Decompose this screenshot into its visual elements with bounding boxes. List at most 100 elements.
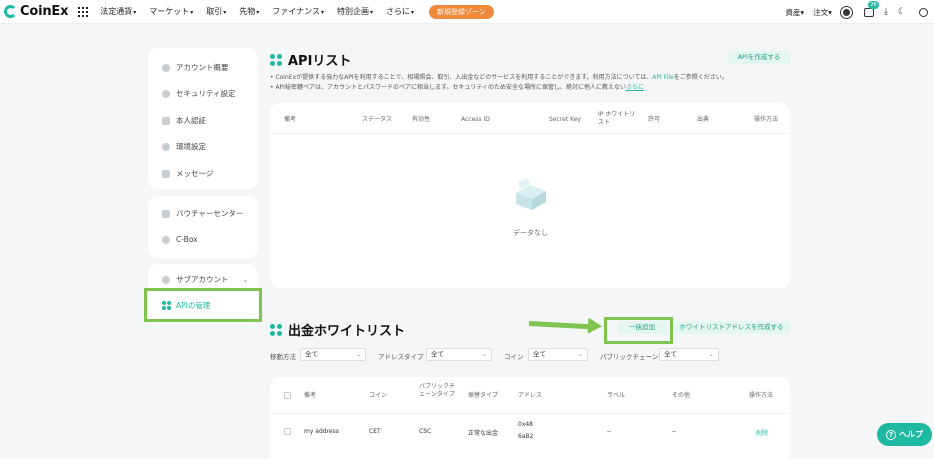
help-button[interactable]: ? ヘルプ bbox=[877, 423, 932, 446]
whitelist-table-panel: 備考 コイン パブリックチェーンタイプ 振替タイプ アドレス ラベル その他 操… bbox=[270, 377, 790, 459]
coinex-logo[interactable]: CoinEx bbox=[4, 0, 68, 24]
filter-label-address-type: アドレスタイプ bbox=[378, 353, 424, 361]
filter-address-type-select[interactable]: 全て ⌄ bbox=[426, 348, 492, 361]
theme-moon-icon[interactable]: ☾ bbox=[898, 7, 906, 17]
wl-col-address: アドレス bbox=[518, 392, 543, 399]
filter-coin-select[interactable]: 全て ⌄ bbox=[528, 348, 588, 361]
api-list-title: APIリスト bbox=[270, 50, 351, 69]
chevron-down-icon: ⌄ bbox=[242, 275, 249, 284]
col-secret-key: Secret Key bbox=[549, 116, 581, 123]
voucher-icon bbox=[162, 209, 170, 218]
apps-grid-icon[interactable] bbox=[78, 6, 89, 17]
annotation-arrow bbox=[528, 321, 594, 330]
gear-icon bbox=[162, 142, 170, 151]
col-permission: 許可 bbox=[648, 116, 661, 123]
sidebar-item-overview[interactable]: アカウント概要 bbox=[162, 62, 229, 73]
wl-col-action: 操作方法 bbox=[749, 392, 774, 399]
col-action: 操作方法 bbox=[754, 116, 779, 123]
filter-chain-select[interactable]: 全て ⌄ bbox=[659, 348, 719, 361]
whitelist-icon bbox=[270, 323, 282, 336]
row-other: -- bbox=[672, 428, 677, 435]
message-icon bbox=[162, 169, 170, 178]
nav-assets[interactable]: 資産▾ bbox=[785, 7, 804, 18]
filter-label-transfer: 移動方法 bbox=[270, 353, 296, 361]
sidebar-item-voucher[interactable]: バウチャーセンター bbox=[162, 208, 243, 219]
create-whitelist-address-button[interactable]: ホワイトリストアドレスを作成する bbox=[673, 321, 790, 334]
nav-futures[interactable]: 先物▾ bbox=[239, 6, 259, 17]
api-icon bbox=[270, 53, 282, 66]
wl-col-chain: パブリックチェーンタイプ bbox=[419, 383, 456, 398]
select-all-checkbox[interactable] bbox=[284, 392, 291, 399]
nav-finance[interactable]: ファイナンス▾ bbox=[272, 6, 324, 17]
api-file-link[interactable]: API File bbox=[652, 74, 673, 81]
more-link[interactable]: さらに bbox=[626, 84, 644, 91]
coinex-logo-icon bbox=[4, 5, 17, 18]
nav-markets[interactable]: マーケット▾ bbox=[149, 6, 193, 17]
annotation-arrow-head bbox=[587, 317, 603, 335]
col-ip-whitelist: IP ホワイトリスト bbox=[598, 111, 636, 126]
empty-state-text: データなし bbox=[513, 229, 548, 237]
api-note-1: • CoinExが提供する強力なAPIを利用することで、相場照会、取引、入出金な… bbox=[270, 74, 728, 81]
highlight-api-management bbox=[144, 288, 262, 322]
delete-link[interactable]: 削除 bbox=[756, 428, 768, 437]
col-validity: 有効性 bbox=[412, 116, 431, 123]
download-icon[interactable]: ⤓ bbox=[884, 7, 888, 17]
main-nav: 法定通貨▾ マーケット▾ 取引▾ 先物▾ ファイナンス▾ 特別企画▾ さらに▾ … bbox=[100, 4, 494, 19]
gift-box-icon bbox=[162, 235, 170, 244]
nav-special[interactable]: 特別企画▾ bbox=[337, 6, 373, 17]
language-globe-icon[interactable] bbox=[919, 7, 928, 17]
sidebar-item-verification[interactable]: 本人認証 bbox=[162, 115, 206, 126]
filter-label-chain: パブリックチェーン bbox=[600, 353, 659, 361]
filter-transfer-select[interactable]: 全て ⌄ bbox=[300, 348, 366, 361]
api-table-panel: 備考 ステータス 有効性 Access ID Secret Key IP ホワイ… bbox=[270, 103, 790, 288]
avatar-icon[interactable] bbox=[840, 6, 852, 18]
chevron-down-icon: ⌄ bbox=[355, 351, 361, 358]
whitelist-title: 出金ホワイトリスト bbox=[270, 320, 405, 339]
col-note: 備考 bbox=[284, 116, 297, 123]
empty-box-icon bbox=[516, 178, 546, 210]
wl-col-transfer-type: 振替タイプ bbox=[468, 392, 499, 399]
wl-col-other: その他 bbox=[672, 392, 691, 399]
sidebar-item-cbox[interactable]: C-Box bbox=[162, 235, 198, 244]
row-chain: CSC bbox=[419, 428, 432, 435]
pie-chart-icon bbox=[162, 63, 170, 72]
chevron-down-icon: ⌄ bbox=[577, 351, 583, 358]
row-note: my address bbox=[304, 428, 339, 435]
sidebar-voucher-card: バウチャーセンター C-Box bbox=[148, 196, 258, 258]
id-card-icon bbox=[162, 116, 170, 125]
nav-trade[interactable]: 取引▾ bbox=[206, 6, 226, 17]
brand-name: CoinEx bbox=[20, 4, 69, 19]
wl-col-coin: コイン bbox=[369, 392, 388, 399]
sidebar-item-subaccount[interactable]: サブアカウント ⌄ bbox=[162, 274, 248, 285]
col-source: 出典 bbox=[697, 116, 710, 123]
row-address-line2: 6aB2 bbox=[518, 433, 534, 440]
create-api-button[interactable]: APIを作成する bbox=[728, 51, 790, 64]
wl-col-note: 備考 bbox=[304, 392, 317, 399]
divider bbox=[270, 133, 790, 134]
row-label: -- bbox=[607, 428, 612, 435]
nav-more[interactable]: さらに▾ bbox=[386, 6, 414, 17]
row-checkbox[interactable] bbox=[284, 428, 291, 435]
top-navigation-bar: CoinEx 法定通貨▾ マーケット▾ 取引▾ 先物▾ ファイナンス▾ 特別企画… bbox=[0, 0, 934, 24]
api-note-2: • API秘密鍵ペアは、アカウントとパスワードのペアに相当します。セキュリティの… bbox=[270, 84, 645, 91]
row-transfer-type: 正常な出金 bbox=[468, 430, 499, 437]
nav-orders[interactable]: 注文▾ bbox=[813, 7, 832, 18]
shield-icon bbox=[162, 89, 170, 98]
promo-button[interactable]: 新規登録ゾーン bbox=[429, 4, 494, 19]
row-address-line1: 0x48 bbox=[518, 421, 534, 428]
col-status: ステータス bbox=[362, 116, 393, 123]
sidebar-item-messages[interactable]: メッセージ bbox=[162, 168, 213, 179]
sidebar-account-card: アカウント概要 セキュリティ設定 本人認証 環境設定 メッセージ bbox=[148, 48, 258, 189]
divider bbox=[270, 413, 790, 414]
nav-fiat[interactable]: 法定通貨▾ bbox=[100, 6, 136, 17]
question-icon: ? bbox=[886, 429, 896, 440]
notification-badge: 26 bbox=[867, 0, 879, 9]
right-nav: 資産▾ 注文▾ 26 ⤓ ☾ bbox=[785, 0, 934, 24]
notification-icon[interactable]: 26 bbox=[863, 0, 879, 17]
col-access-id: Access ID bbox=[461, 116, 490, 123]
chevron-down-icon: ⌄ bbox=[481, 351, 487, 358]
row-coin: CET bbox=[369, 428, 381, 435]
sidebar-item-security[interactable]: セキュリティ設定 bbox=[162, 88, 236, 99]
highlight-bulk-add bbox=[604, 317, 673, 344]
sidebar-item-preferences[interactable]: 環境設定 bbox=[162, 141, 206, 152]
